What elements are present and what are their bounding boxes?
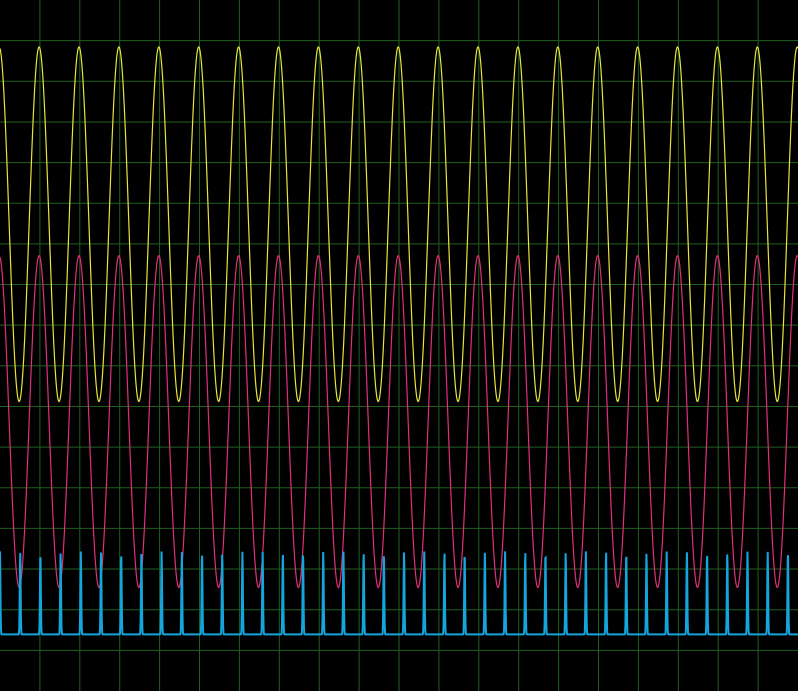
oscilloscope-display: [0, 0, 798, 691]
grid: [0, 0, 798, 691]
